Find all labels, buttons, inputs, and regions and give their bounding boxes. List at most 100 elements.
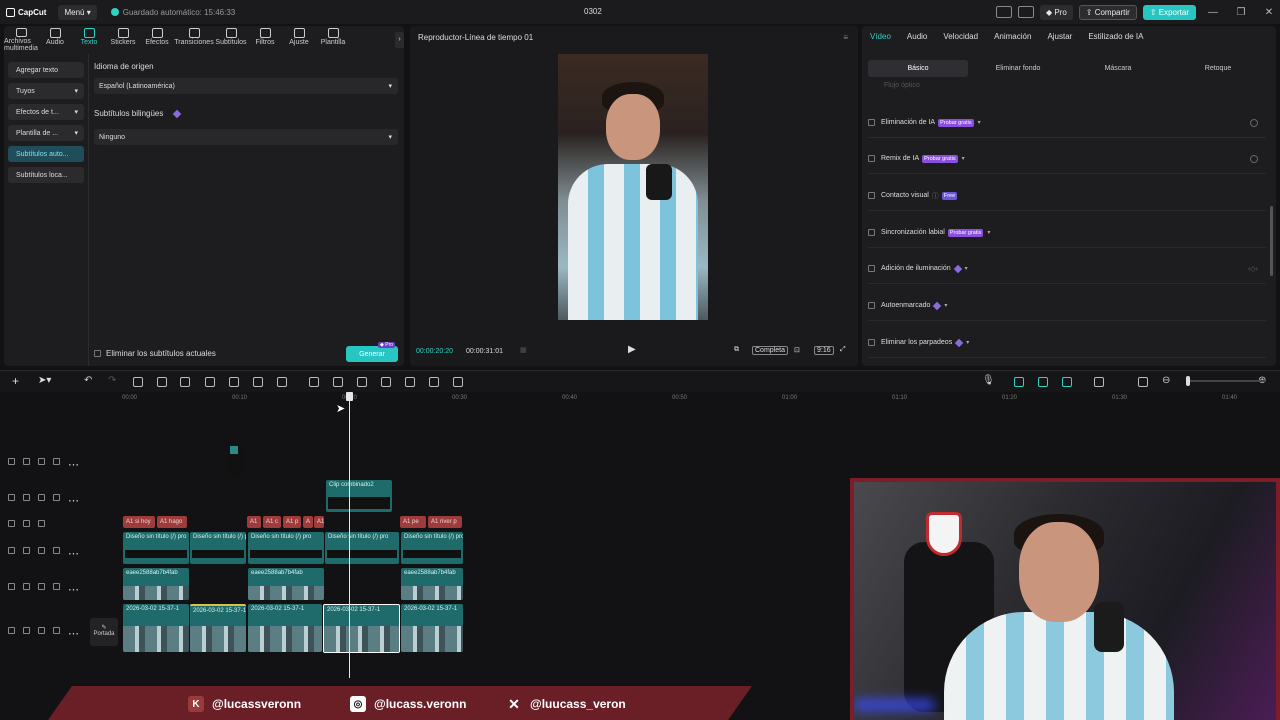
tab-ai-style[interactable]: Estilizado de IA <box>1080 32 1151 41</box>
design-clip[interactable]: Diseño sin título (/) pro <box>190 532 246 564</box>
caption-clip[interactable]: A <box>303 516 313 528</box>
ratio-button[interactable]: 9:16 <box>814 346 834 355</box>
select-tool-icon[interactable]: ➤▾ <box>38 375 51 386</box>
deflicker-option[interactable]: Eliminar los parpadeos ▾ <box>868 328 1266 358</box>
minimize-icon[interactable]: — <box>1202 7 1224 18</box>
lighting-checkbox[interactable] <box>868 265 875 272</box>
quality-button[interactable]: Completa <box>752 346 788 355</box>
delete-icon[interactable] <box>205 377 215 387</box>
track-display-icon[interactable] <box>1138 377 1148 387</box>
tab-audio-props[interactable]: Audio <box>899 32 935 41</box>
ai-removal-checkbox[interactable] <box>868 119 875 126</box>
preview-axis-icon[interactable] <box>1094 377 1104 387</box>
split-left-icon[interactable] <box>157 377 167 387</box>
tab-animation[interactable]: Animación <box>986 32 1039 41</box>
eye-icon[interactable] <box>38 582 45 590</box>
caption-clip[interactable]: A1 c <box>263 516 281 528</box>
player-menu-icon[interactable]: ≡ <box>843 33 848 42</box>
eye-contact-option[interactable]: Contacto visual ⓘ Free <box>868 181 1266 211</box>
design-clip[interactable]: Diseño sin título (/) pro <box>401 532 463 564</box>
reset-icon[interactable] <box>1250 155 1258 163</box>
image-icon[interactable] <box>429 377 439 387</box>
speed-icon[interactable] <box>277 377 287 387</box>
lock-icon[interactable] <box>23 457 30 465</box>
subtab-basic[interactable]: Básico <box>868 60 968 77</box>
tab-stickers[interactable]: Stickers <box>106 26 140 52</box>
add-track-icon[interactable]: + <box>12 374 19 388</box>
subtab-mask[interactable]: Máscara <box>1068 60 1168 77</box>
caption-clip[interactable]: A1 river p <box>428 516 462 528</box>
eye-icon[interactable] <box>38 626 45 634</box>
share-button[interactable]: ⇪ Compartir <box>1078 4 1137 20</box>
more-icon[interactable]: ⋯ <box>68 627 79 640</box>
generate-button[interactable]: Generar <box>346 346 398 362</box>
playhead-handle[interactable] <box>346 392 353 401</box>
lock-icon[interactable] <box>23 493 30 501</box>
combined-clip[interactable]: Clip combinado2 <box>326 480 392 512</box>
category-yours[interactable]: Tuyos ▾ <box>8 83 84 99</box>
source-lang-select[interactable]: Español (Latinoamérica) ▾ <box>94 78 398 94</box>
zoom-slider-thumb[interactable] <box>1186 376 1190 386</box>
keyframe-icon[interactable]: ‹◇› <box>1248 265 1258 273</box>
video-clip[interactable]: eaee2588ab7b4fab <box>248 568 324 600</box>
tab-audio[interactable]: Audio <box>38 26 72 52</box>
eye-icon[interactable] <box>38 457 45 465</box>
export-button[interactable]: ⇧ Exportar <box>1142 4 1196 20</box>
volume-icon[interactable] <box>53 582 60 590</box>
more-icon[interactable]: ⋯ <box>68 547 79 560</box>
linkage-icon[interactable] <box>1062 377 1072 387</box>
main-clip[interactable]: 2026-03-02 15-37-1 <box>248 604 322 652</box>
category-add-text[interactable]: Agregar texto <box>8 62 84 78</box>
reverse-icon[interactable] <box>333 377 343 387</box>
crop-icon[interactable]: ⧉ <box>734 346 739 354</box>
lip-sync-checkbox[interactable] <box>868 229 875 236</box>
design-clip[interactable]: Diseño sin título (/) pro <box>248 532 324 564</box>
lock-icon[interactable] <box>23 626 30 634</box>
split-right-icon[interactable] <box>180 377 190 387</box>
video-preview[interactable] <box>558 54 708 320</box>
video-clip[interactable]: eaee2588ab7b4fab <box>401 568 463 600</box>
magic-icon[interactable] <box>381 377 391 387</box>
tab-speed[interactable]: Velocidad <box>935 32 986 41</box>
undo-icon[interactable]: ↶ <box>84 375 92 386</box>
lip-sync-option[interactable]: Sincronización labial Probar gratis ▾ <box>868 218 1266 248</box>
video-clip[interactable]: eaee2588ab7b4fab <box>123 568 189 600</box>
pro-button[interactable]: ◆ Pro <box>1039 4 1073 20</box>
tab-templates[interactable]: Plantilla <box>316 26 350 52</box>
lighting-option[interactable]: Adición de iluminación ▾ ‹◇› <box>868 254 1266 284</box>
inspector-scrollbar[interactable] <box>1270 206 1273 276</box>
volume-icon[interactable] <box>53 546 60 554</box>
eye-icon[interactable] <box>38 519 45 527</box>
lock-icon[interactable] <box>23 546 30 554</box>
tab-fit[interactable]: Ajustar <box>1039 32 1080 41</box>
auto-reframe-checkbox[interactable] <box>868 302 875 309</box>
zoom-slider[interactable] <box>1186 376 1266 386</box>
lock-icon[interactable] <box>23 519 30 527</box>
tab-effects[interactable]: Efectos <box>140 26 174 52</box>
split-icon[interactable] <box>133 377 143 387</box>
cover-button[interactable]: ✎ Portada <box>90 618 118 646</box>
ai-remix-option[interactable]: Remix de IA Probar gratis ▾ <box>868 144 1266 174</box>
volume-icon[interactable] <box>53 626 60 634</box>
caption-clip[interactable]: A1 p <box>283 516 301 528</box>
eye-contact-checkbox[interactable] <box>868 192 875 199</box>
freeze-icon[interactable] <box>309 377 319 387</box>
caption-clip[interactable]: A1 <box>247 516 261 528</box>
deflicker-checkbox[interactable] <box>868 339 875 346</box>
fullscreen-icon[interactable]: ⤢ <box>840 346 846 354</box>
timeline-ruler[interactable]: 00:00 00:10 00:20 00:30 00:40 00:50 01:0… <box>88 392 1280 406</box>
more-icon[interactable]: ⋯ <box>68 583 79 596</box>
audio-wave-icon[interactable] <box>453 377 463 387</box>
redo-icon[interactable]: ↷ <box>108 375 116 386</box>
layout-icon[interactable] <box>995 6 1012 18</box>
auto-reframe-option[interactable]: Autoenmarcado ▾ <box>868 291 1266 321</box>
tab-text[interactable]: Texto <box>72 26 106 52</box>
eye-icon[interactable] <box>38 493 45 501</box>
menu-button[interactable]: Menú ▾ <box>58 4 97 20</box>
fit-icon[interactable]: ⊡ <box>794 346 800 354</box>
timeline-toggle-icon[interactable]: ▦ <box>520 346 527 354</box>
subtab-retouch[interactable]: Retoque <box>1168 60 1268 77</box>
more-icon[interactable]: ⋯ <box>68 494 79 507</box>
bilingual-select[interactable]: Ninguno ▾ <box>94 129 398 145</box>
mirror-icon[interactable] <box>357 377 367 387</box>
